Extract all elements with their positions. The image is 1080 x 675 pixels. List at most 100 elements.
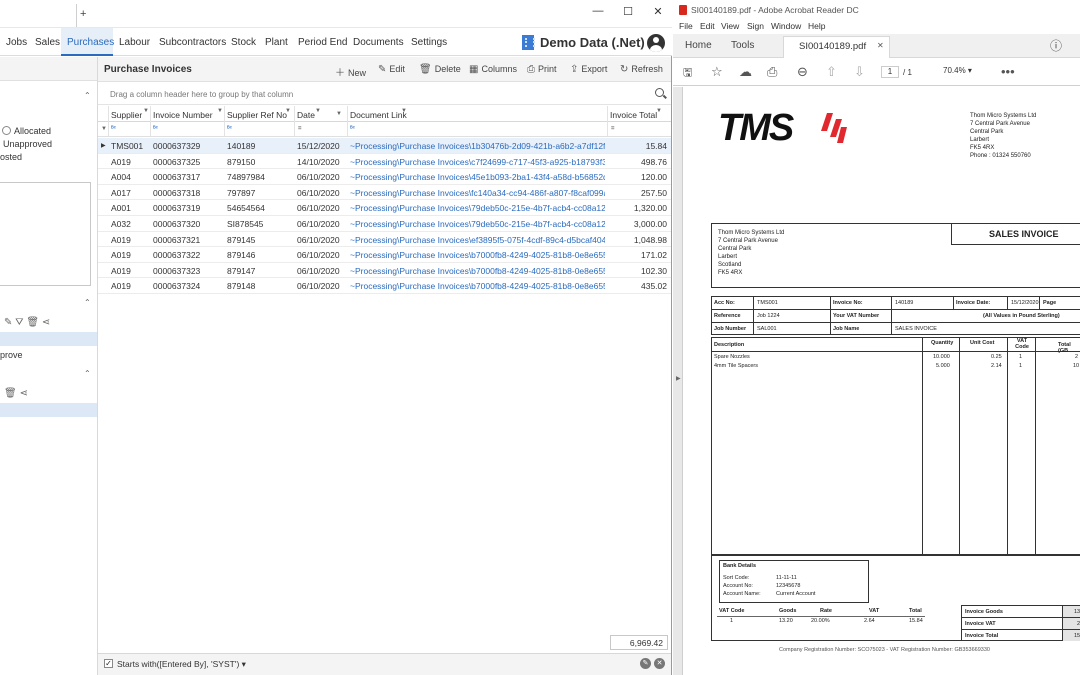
menu-sales[interactable]: Sales	[35, 37, 60, 48]
filter-icon[interactable]: ▼	[401, 108, 407, 114]
col-invoice-total[interactable]: Invoice Total	[610, 110, 657, 120]
new-button[interactable]: ＋ New	[335, 64, 366, 79]
filter-icon[interactable]: ▼	[285, 108, 291, 114]
table-row[interactable]: A004 0000637317 74897984 06/10/2020 ~Process…	[98, 169, 671, 185]
zoom-select[interactable]: 70.4% ▾	[943, 66, 987, 78]
upload-cloud-icon[interactable]: ☁	[739, 64, 752, 80]
table-row[interactable]: A019 0000637323 879147 06/10/2020 ~Processin…	[98, 263, 671, 279]
sidebar-list-box[interactable]	[0, 182, 91, 286]
table-row[interactable]: ▶ TMS001 0000637329 140189 15/12/2020 ~Proces…	[98, 138, 671, 154]
filter-cell-link[interactable]: ᴮᶜ	[350, 126, 355, 132]
print-button[interactable]: ⎙ Print	[527, 64, 557, 75]
pdf-menu-file[interactable]: File	[679, 21, 693, 31]
menu-jobs[interactable]: Jobs	[6, 37, 27, 48]
cell-link[interactable]: ~Processing\Purchase Invoices\fc140a34-c…	[350, 188, 605, 198]
table-row[interactable]: A017 0000637318 797897 06/10/2020 ~Processin…	[98, 185, 671, 201]
menu-documents[interactable]: Documents	[353, 37, 404, 48]
cell-link[interactable]: ~Processing\Purchase Invoices\45e1b093-2…	[350, 172, 605, 182]
next-page-icon[interactable]: ⇩	[854, 64, 865, 80]
menu-subcontractors[interactable]: Subcontractors	[159, 37, 226, 48]
sort-desc-icon[interactable]: ▼	[336, 111, 342, 117]
col-document-link[interactable]: Document Link	[350, 110, 407, 120]
filter-cell-supplier[interactable]: ᴮᶜ	[111, 126, 116, 132]
radio-posted-label[interactable]: osted	[0, 152, 22, 162]
table-row[interactable]: A001 0000637319 54654564 06/10/2020 ~Process…	[98, 200, 671, 216]
table-row[interactable]: A019 0000637321 879145 06/10/2020 ~Processin…	[98, 232, 671, 248]
clear-filter-icon[interactable]: ✕	[654, 658, 665, 669]
approve-label[interactable]: prove	[0, 350, 23, 360]
save-icon[interactable]: 🖫	[683, 64, 692, 83]
more-options-icon[interactable]: •••	[1001, 64, 1015, 79]
close-icon[interactable]: ✕	[651, 5, 665, 18]
filter-expression[interactable]: Starts with([Entered By], 'SYST') ▾	[117, 659, 246, 670]
help-icon[interactable]: ⓘ	[1050, 37, 1062, 54]
cell-link[interactable]: ~Processing\Purchase Invoices\1b30476b-2…	[350, 141, 605, 151]
chevron-up-icon[interactable]: ⌃	[84, 91, 91, 100]
zoom-out-icon[interactable]: ⊖	[797, 64, 808, 80]
table-row[interactable]: A019 0000637322 879146 06/10/2020 ~Processin…	[98, 247, 671, 263]
print-icon[interactable]: ⎙	[767, 64, 777, 80]
search-icon[interactable]	[655, 88, 664, 97]
col-invoice-number[interactable]: Invoice Number	[153, 110, 213, 120]
cell-link[interactable]: ~Processing\Purchase Invoices\79deb50c-2…	[350, 219, 605, 229]
menu-stock[interactable]: Stock	[231, 37, 256, 48]
minimize-icon[interactable]: —	[591, 5, 605, 17]
filter-cell-ref[interactable]: ᴮᶜ	[227, 126, 232, 132]
close-tab-icon[interactable]: ✕	[877, 41, 884, 50]
left-pane-toggle[interactable]: ▶	[673, 87, 683, 675]
menu-labour[interactable]: Labour	[119, 37, 150, 48]
pdf-menu-sign[interactable]: Sign	[747, 21, 764, 31]
radio-allocated[interactable]	[2, 126, 11, 135]
menu-purchases[interactable]: Purchases	[67, 37, 114, 48]
filter-checkbox[interactable]: ✓	[104, 659, 113, 668]
new-tab-icon[interactable]: +	[80, 8, 86, 20]
menu-settings[interactable]: Settings	[411, 37, 447, 48]
col-supplier[interactable]: Supplier	[111, 110, 142, 120]
filter-icon[interactable]: ▼	[217, 108, 223, 114]
refresh-button[interactable]: ↻ Refresh	[620, 64, 663, 75]
cell-link[interactable]: ~Processing\Purchase Invoices\79deb50c-2…	[350, 203, 605, 213]
cell-link[interactable]: ~Processing\Purchase Invoices\b7000fb8-4…	[350, 281, 605, 291]
cell-link[interactable]: ~Processing\Purchase Invoices\b7000fb8-4…	[350, 266, 605, 276]
pdf-menu-window[interactable]: Window	[771, 21, 801, 31]
bookmark-star-icon[interactable]: ☆	[711, 64, 723, 80]
table-row[interactable]: A032 0000637320 SI878545 06/10/2020 ~Process…	[98, 216, 671, 232]
export-button[interactable]: ⇪ Export	[570, 64, 607, 75]
sidebar-selected-row[interactable]	[0, 332, 97, 346]
pdf-menu-help[interactable]: Help	[808, 21, 825, 31]
filter-icon[interactable]: ▼	[656, 108, 662, 114]
sidebar-action-icons[interactable]: ✎ ⛛ 🗑 ⋖	[4, 317, 50, 328]
columns-button[interactable]: ▦ Columns	[469, 64, 517, 75]
tab-home[interactable]: Home	[685, 40, 712, 51]
org-title[interactable]: Demo Data (.Net)	[540, 35, 645, 50]
sidebar-action-icons-2[interactable]: 🗑 ⋖	[4, 388, 28, 399]
pdf-menu-edit[interactable]: Edit	[700, 21, 715, 31]
filter-cell-date[interactable]: =	[298, 126, 302, 132]
page-number-input[interactable]: 1	[881, 66, 899, 78]
sidebar-selected-row-2[interactable]	[0, 403, 97, 417]
tab-tools[interactable]: Tools	[731, 40, 754, 51]
col-supplier-ref[interactable]: Supplier Ref No	[227, 110, 287, 120]
user-avatar-icon[interactable]	[647, 34, 665, 52]
edit-filter-icon[interactable]: ✎	[640, 658, 651, 669]
filter-cell-total[interactable]: =	[611, 126, 615, 132]
menu-period-end[interactable]: Period End	[298, 37, 347, 48]
menu-plant[interactable]: Plant	[265, 37, 288, 48]
table-row[interactable]: A019 0000637325 879150 14/10/2020 ~Processin…	[98, 154, 671, 170]
maximize-icon[interactable]: ☐	[621, 5, 635, 18]
group-by-bar[interactable]: Drag a column header here to group by th…	[98, 83, 671, 105]
col-date[interactable]: Date	[297, 110, 315, 120]
radio-unapproved-label[interactable]: Unapproved	[3, 139, 52, 149]
chevron-up-icon[interactable]: ⌃	[84, 298, 91, 307]
tab-document[interactable]: SI00140189.pdf ✕	[783, 36, 890, 58]
cell-link[interactable]: ~Processing\Purchase Invoices\c7f24699-c…	[350, 157, 605, 167]
prev-page-icon[interactable]: ⇧	[826, 64, 837, 80]
delete-button[interactable]: 🗑 Delete	[419, 64, 461, 75]
chevron-up-icon[interactable]: ⌃	[84, 369, 91, 378]
browser-tab[interactable]	[0, 4, 77, 27]
edit-button[interactable]: ✎ Edit	[378, 64, 405, 75]
cell-link[interactable]: ~Processing\Purchase Invoices\b7000fb8-4…	[350, 250, 605, 260]
table-row[interactable]: A019 0000637324 879148 06/10/2020 ~Processin…	[98, 278, 671, 294]
filter-cell-invoice[interactable]: ᴮᶜ	[153, 126, 158, 132]
filter-icon[interactable]: ▼	[315, 108, 321, 114]
